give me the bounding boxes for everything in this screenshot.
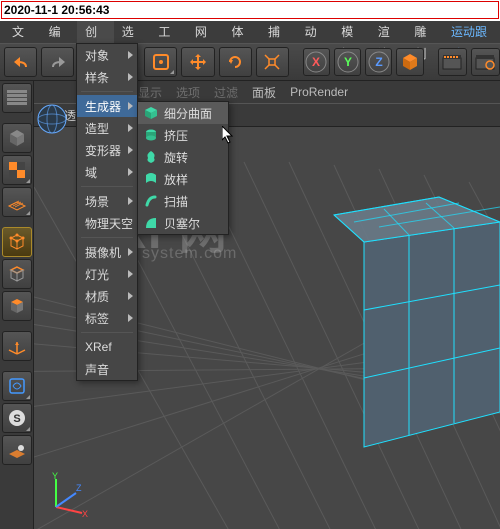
loft-icon: [144, 172, 158, 186]
model-mode-button[interactable]: [2, 123, 32, 153]
dd-deformer[interactable]: 变形器: [77, 139, 137, 161]
timestamp-text: 2020-11-1 20:56:43: [4, 3, 109, 17]
dd-scene[interactable]: 场景: [77, 190, 137, 212]
sm-bezier[interactable]: 贝塞尔: [138, 212, 228, 234]
app-window: 文件 编辑 创建 选择 工具 网格 体积 捕捉 动画 模拟 渲染 雕刻 运动跟踪…: [0, 21, 500, 529]
menu-animate[interactable]: 动画: [297, 21, 334, 43]
cursor-icon: [222, 126, 236, 146]
sm-subdivision-surface[interactable]: 细分曲面: [138, 102, 228, 124]
create-dropdown: 对象 样条 生成器 造型 变形器 域 场景 物理天空 摄像机 灯光 材质 标签 …: [76, 43, 138, 381]
texture-mode-button[interactable]: [2, 155, 32, 185]
snap-button[interactable]: S: [2, 403, 32, 433]
lathe-icon: [144, 150, 158, 164]
sm-loft[interactable]: 放样: [138, 168, 228, 190]
dd-spline[interactable]: 样条: [77, 66, 137, 88]
svg-text:S: S: [13, 413, 20, 425]
live-select-button[interactable]: [144, 47, 177, 77]
sm-label: 扫描: [164, 193, 188, 210]
sm-extrude[interactable]: 挤压: [138, 124, 228, 146]
redo-button[interactable]: [41, 47, 74, 77]
svg-text:X: X: [82, 509, 88, 517]
svg-text:Z: Z: [375, 55, 382, 69]
axis-gizmo-icon: Y X Z: [46, 471, 92, 517]
menu-tracker[interactable]: 运动跟踪: [443, 21, 500, 43]
axis-z-button[interactable]: Z: [365, 48, 392, 76]
dd-object[interactable]: 对象: [77, 44, 137, 66]
svg-text:Y: Y: [52, 471, 58, 481]
menu-edit[interactable]: 编辑: [41, 21, 78, 43]
main-menubar: 文件 编辑 创建 选择 工具 网格 体积 捕捉 动画 模拟 渲染 雕刻 运动跟踪: [0, 21, 500, 43]
menu-render[interactable]: 渲染: [370, 21, 407, 43]
sweep-icon: [144, 194, 158, 208]
dd-sep: [81, 91, 133, 92]
dd-material[interactable]: 材质: [77, 285, 137, 307]
subdivision-surface-icon: [144, 106, 158, 120]
dd-xref[interactable]: XRef: [77, 336, 137, 358]
coord-system-button[interactable]: [396, 48, 423, 76]
dd-sep: [81, 186, 133, 187]
timestamp-bar: 2020-11-1 20:56:43: [1, 1, 499, 19]
dd-fields[interactable]: 域: [77, 161, 137, 183]
axis-y-button[interactable]: Y: [334, 48, 361, 76]
menu-snap[interactable]: 捕捉: [260, 21, 297, 43]
svg-text:Y: Y: [343, 55, 351, 69]
bezier-icon: [144, 216, 158, 230]
menu-create[interactable]: 创建: [77, 21, 114, 43]
vp-menu-options[interactable]: 选项: [176, 84, 200, 101]
vp-menu-display[interactable]: 显示: [138, 84, 162, 101]
undo-button[interactable]: [4, 47, 37, 77]
menu-tools[interactable]: 工具: [150, 21, 187, 43]
sm-label: 挤压: [164, 127, 188, 144]
dd-camera[interactable]: 摄像机: [77, 241, 137, 263]
move-button[interactable]: [181, 47, 214, 77]
menu-file[interactable]: 文件: [4, 21, 41, 43]
make-editable-button[interactable]: [2, 83, 32, 113]
dd-modeling[interactable]: 造型: [77, 117, 137, 139]
locked-workplane-button[interactable]: [2, 435, 32, 465]
viewport-nav-globe-icon[interactable]: [36, 103, 68, 135]
scale-button[interactable]: [256, 47, 289, 77]
render-view-button[interactable]: [438, 48, 467, 76]
sm-sweep[interactable]: 扫描: [138, 190, 228, 212]
sm-lathe[interactable]: 旋转: [138, 146, 228, 168]
edges-mode-button[interactable]: [2, 259, 32, 289]
polygons-mode-button[interactable]: [2, 291, 32, 321]
sm-label: 放样: [164, 171, 188, 188]
menu-volume[interactable]: 体积: [223, 21, 260, 43]
watermark-subtext: system.com: [142, 245, 237, 263]
menu-select[interactable]: 选择: [114, 21, 151, 43]
sm-label: 细分曲面: [164, 105, 212, 122]
dd-sep: [81, 237, 133, 238]
vp-menu-prorender[interactable]: ProRender: [290, 85, 348, 99]
menu-sculpt[interactable]: 雕刻: [406, 21, 443, 43]
dd-sep: [81, 332, 133, 333]
sm-label: 贝塞尔: [164, 215, 200, 232]
menu-mesh[interactable]: 网格: [187, 21, 224, 43]
axis-mode-button[interactable]: [2, 331, 32, 361]
sm-label: 旋转: [164, 149, 188, 166]
dd-tag[interactable]: 标签: [77, 307, 137, 329]
points-mode-button[interactable]: [2, 227, 32, 257]
render-settings-button[interactable]: [471, 48, 500, 76]
svg-text:Z: Z: [76, 483, 82, 493]
viewport-menubar: 显示 选项 过滤 面板 ProRender: [138, 81, 348, 103]
generator-submenu: 细分曲面 挤压 旋转 放样 扫描 贝塞尔: [137, 101, 229, 235]
dd-sound[interactable]: 声音: [77, 358, 137, 380]
menu-simulate[interactable]: 模拟: [333, 21, 370, 43]
dd-generator[interactable]: 生成器: [77, 95, 137, 117]
workplane-button[interactable]: [2, 187, 32, 217]
viewport-solo-button[interactable]: [2, 371, 32, 401]
rotate-button[interactable]: [219, 47, 252, 77]
dd-light[interactable]: 灯光: [77, 263, 137, 285]
left-tool-strip: S: [0, 81, 34, 529]
vp-menu-panel[interactable]: 面板: [252, 84, 276, 101]
svg-text:X: X: [312, 55, 320, 69]
axis-x-button[interactable]: X: [303, 48, 330, 76]
extrude-icon: [144, 128, 158, 142]
dd-physical-sky[interactable]: 物理天空: [77, 212, 137, 234]
cube-object: [334, 197, 500, 447]
vp-menu-filter[interactable]: 过滤: [214, 84, 238, 101]
